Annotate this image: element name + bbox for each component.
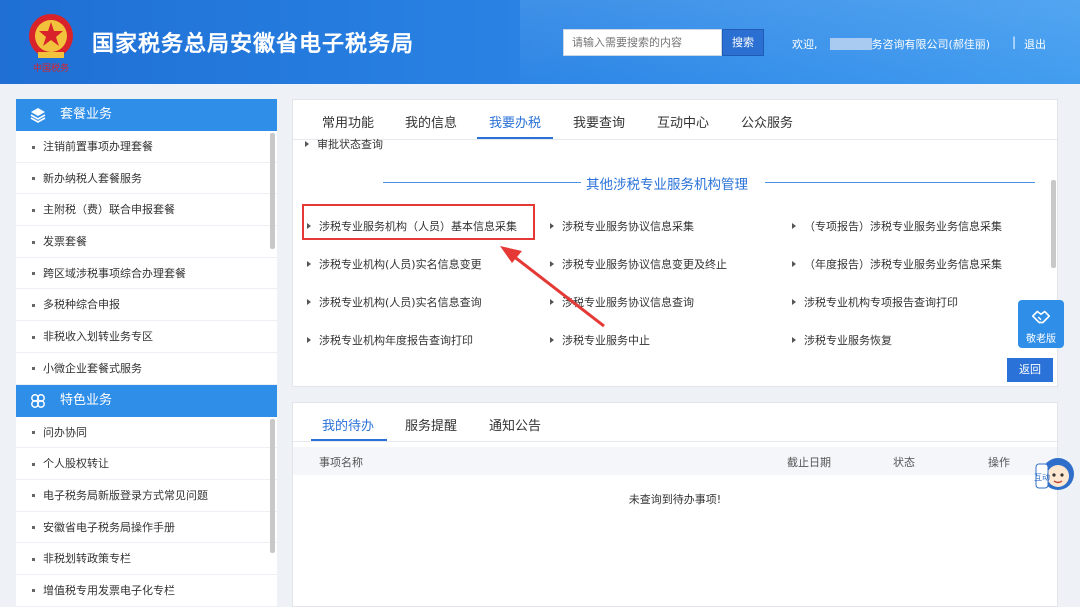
elder-mode-button[interactable]: 敬老版 (1018, 300, 1064, 348)
function-link[interactable]: 涉税专业机构专项报告查询打印 (792, 294, 958, 310)
sidebar-item[interactable]: 多税种综合申报 (16, 289, 277, 322)
group-divider-left (383, 182, 581, 183)
panel-scrollbar[interactable] (1051, 180, 1056, 268)
sidebar-item[interactable]: 增值税专用发票电子化专栏 (16, 575, 277, 607)
group-title: 其他涉税专业服务机构管理 (586, 177, 748, 193)
function-link[interactable]: （专项报告）涉税专业服务业务信息采集 (792, 218, 1002, 234)
tab-interaction[interactable]: 互动中心 (657, 112, 709, 131)
assistant-label: 互动 (1034, 472, 1050, 482)
tab-service-reminder[interactable]: 服务提醒 (405, 415, 457, 434)
sidebar-list-featured: 问办协同 个人股权转让 电子税务局新版登录方式常见问题 安徽省电子税务局操作手册… (16, 417, 277, 607)
tab-query[interactable]: 我要查询 (573, 112, 625, 131)
emblem-caption: 中国税务 (33, 62, 69, 74)
elder-mode-label: 敬老版 (1026, 334, 1056, 345)
sidebar-item[interactable]: 注销前置事项办理套餐 (16, 131, 277, 163)
active-tab-underline (311, 439, 387, 441)
back-button[interactable]: 返回 (1007, 358, 1053, 382)
sidebar-item[interactable]: 小微企业套餐式服务 (16, 353, 277, 385)
sidebar-section-label: 套餐业务 (60, 107, 113, 122)
col-item-name: 事项名称 (319, 456, 363, 469)
sidebar-item[interactable]: 发票套餐 (16, 226, 277, 258)
todo-panel: 我的待办 服务提醒 通知公告 事项名称 截止日期 状态 操作 未查询到待办事项! (292, 402, 1058, 607)
function-panel: 常用功能 我的信息 我要办税 我要查询 互动中心 公众服务 审批状态查询 其他涉… (292, 99, 1058, 387)
header-separator: | (1012, 35, 1017, 49)
sidebar-scrollbar-bottom[interactable] (270, 419, 275, 553)
sidebar-item[interactable]: 主附税（费）联合申报套餐 (16, 194, 277, 227)
function-link[interactable]: 涉税专业服务协议信息变更及终止 (550, 256, 727, 272)
tab-public-service[interactable]: 公众服务 (741, 112, 793, 131)
todo-table-header: 事项名称 截止日期 状态 操作 (293, 447, 1057, 475)
col-status: 状态 (893, 456, 915, 469)
function-link[interactable]: 涉税专业服务协议信息采集 (550, 218, 694, 234)
function-link[interactable]: （年度报告）涉税专业服务业务信息采集 (792, 256, 1002, 272)
main-tabs: 常用功能 我的信息 我要办税 我要查询 互动中心 公众服务 (293, 100, 1057, 140)
search-button[interactable]: 搜索 (722, 29, 764, 56)
todo-tabs: 我的待办 服务提醒 通知公告 (293, 403, 1057, 442)
sidebar-item[interactable]: 个人股权转让 (16, 448, 277, 480)
tax-emblem-icon: 中国税务 (29, 14, 73, 74)
col-deadline: 截止日期 (787, 456, 831, 469)
site-title: 国家税务总局安徽省电子税务局 (92, 32, 415, 57)
sidebar-item[interactable]: 非税收入划转业务专区 (16, 321, 277, 353)
layers-icon (30, 108, 46, 123)
sidebar: 套餐业务 注销前置事项办理套餐 新办纳税人套餐服务 主附税（费）联合申报套餐 发… (16, 99, 277, 607)
redacted-name-mask (829, 38, 872, 50)
sidebar-section-label: 特色业务 (60, 392, 113, 408)
function-link[interactable]: 涉税专业服务恢复 (792, 332, 892, 348)
red-highlight-box (302, 204, 535, 240)
sidebar-item[interactable]: 电子税务局新版登录方式常见问题 (16, 480, 277, 512)
tab-notice[interactable]: 通知公告 (489, 415, 541, 434)
sidebar-item[interactable]: 跨区域涉税事项综合办理套餐 (16, 258, 277, 290)
welcome-prefix: 欢迎, (792, 38, 818, 51)
sidebar-section-featured[interactable]: 特色业务 (16, 384, 277, 417)
sidebar-item[interactable]: 安徽省电子税务局操作手册 (16, 512, 277, 544)
todo-empty-message: 未查询到待办事项! (628, 493, 722, 506)
function-link[interactable]: 涉税专业服务中止 (550, 332, 650, 348)
active-tab-underline (477, 137, 553, 139)
group-divider-right (765, 182, 1035, 183)
sidebar-item[interactable]: 新办纳税人套餐服务 (16, 163, 277, 195)
clover-icon (31, 393, 45, 408)
sidebar-list-package: 注销前置事项办理套餐 新办纳税人套餐服务 主附税（费）联合申报套餐 发票套餐 跨… (16, 131, 277, 385)
user-company: 务咨询有限公司(郝佳丽) (871, 38, 991, 51)
sidebar-scrollbar-top[interactable] (270, 133, 275, 249)
function-link[interactable]: 涉税专业机构(人员)实名信息变更 (307, 256, 482, 272)
welcome-text: 欢迎, 务咨询有限公司(郝佳丽) (792, 36, 990, 52)
function-link[interactable]: 涉税专业服务协议信息查询 (550, 294, 694, 310)
function-link[interactable]: 涉税专业机构年度报告查询打印 (307, 332, 473, 348)
sidebar-item[interactable]: 非税划转政策专栏 (16, 543, 277, 575)
tab-my-info[interactable]: 我的信息 (405, 112, 457, 131)
search-input[interactable] (563, 29, 722, 56)
function-link[interactable]: 涉税专业机构(人员)实名信息查询 (307, 294, 482, 310)
tab-common[interactable]: 常用功能 (322, 112, 374, 131)
top-header: 中国税务 国家税务总局安徽省电子税务局 搜索 欢迎, 务咨询有限公司(郝佳丽) |… (0, 0, 1080, 84)
function-link[interactable]: 审批状态查询 (305, 136, 383, 152)
logout-link[interactable]: 退出 (1024, 36, 1046, 52)
tab-my-todo[interactable]: 我的待办 (322, 415, 374, 434)
col-action: 操作 (988, 456, 1010, 469)
handshake-icon (1031, 310, 1051, 324)
tab-tax-handling[interactable]: 我要办税 (489, 112, 541, 131)
robot-assistant-icon[interactable]: 互动 (1034, 452, 1076, 496)
sidebar-section-package[interactable]: 套餐业务 (16, 99, 277, 131)
sidebar-item[interactable]: 问办协同 (16, 417, 277, 449)
